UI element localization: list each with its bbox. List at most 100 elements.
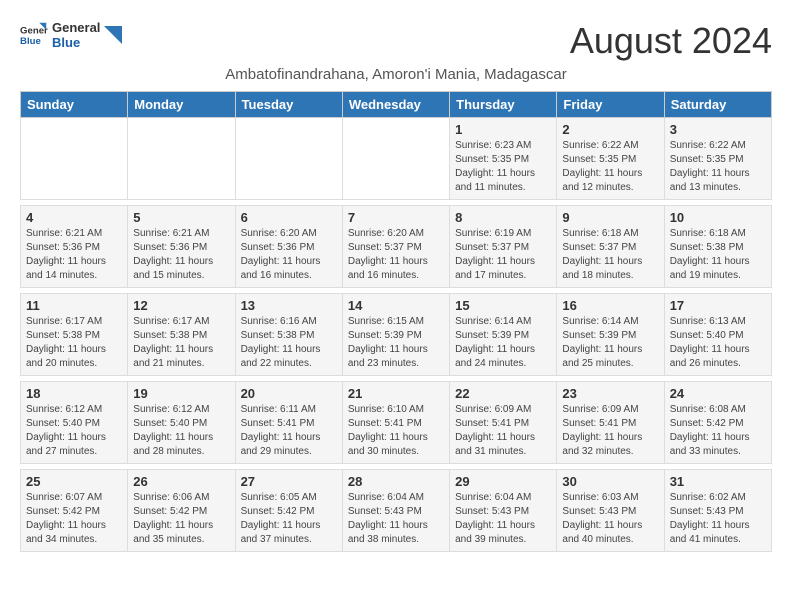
sunrise-label: Sunrise: 6:09 AM <box>562 404 638 415</box>
location-subtitle: Ambatofinandrahana, Amoron'i Mania, Mada… <box>20 66 772 83</box>
sunset-label: Sunset: 5:38 PM <box>670 242 744 253</box>
sunset-label: Sunset: 5:41 PM <box>455 418 529 429</box>
calendar-cell: 30 Sunrise: 6:03 AM Sunset: 5:43 PM Dayl… <box>557 470 664 552</box>
sunrise-label: Sunrise: 6:21 AM <box>26 228 102 239</box>
sunrise-label: Sunrise: 6:18 AM <box>562 228 638 239</box>
header-wednesday: Wednesday <box>342 92 449 118</box>
calendar-cell: 9 Sunrise: 6:18 AM Sunset: 5:37 PM Dayli… <box>557 206 664 288</box>
day-number: 27 <box>241 474 337 489</box>
calendar-cell: 13 Sunrise: 6:16 AM Sunset: 5:38 PM Dayl… <box>235 294 342 376</box>
calendar-cell: 28 Sunrise: 6:04 AM Sunset: 5:43 PM Dayl… <box>342 470 449 552</box>
day-number: 29 <box>455 474 551 489</box>
day-number: 23 <box>562 386 658 401</box>
calendar-cell: 4 Sunrise: 6:21 AM Sunset: 5:36 PM Dayli… <box>21 206 128 288</box>
sunset-label: Sunset: 5:40 PM <box>133 418 207 429</box>
day-info: Sunrise: 6:22 AM Sunset: 5:35 PM Dayligh… <box>562 139 658 195</box>
day-number: 13 <box>241 298 337 313</box>
sunrise-label: Sunrise: 6:17 AM <box>133 316 209 327</box>
logo-general-text: General <box>52 20 100 35</box>
day-info: Sunrise: 6:11 AM Sunset: 5:41 PM Dayligh… <box>241 403 337 459</box>
week-row-3: 18 Sunrise: 6:12 AM Sunset: 5:40 PM Dayl… <box>21 382 772 464</box>
calendar-cell: 19 Sunrise: 6:12 AM Sunset: 5:40 PM Dayl… <box>128 382 235 464</box>
header-saturday: Saturday <box>664 92 771 118</box>
header-friday: Friday <box>557 92 664 118</box>
header-tuesday: Tuesday <box>235 92 342 118</box>
calendar-cell: 22 Sunrise: 6:09 AM Sunset: 5:41 PM Dayl… <box>450 382 557 464</box>
calendar-cell: 31 Sunrise: 6:02 AM Sunset: 5:43 PM Dayl… <box>664 470 771 552</box>
day-number: 11 <box>26 298 122 313</box>
day-info: Sunrise: 6:05 AM Sunset: 5:42 PM Dayligh… <box>241 491 337 547</box>
day-number: 28 <box>348 474 444 489</box>
daylight-label: Daylight: 11 hours and 21 minutes. <box>133 344 213 369</box>
sunrise-label: Sunrise: 6:17 AM <box>26 316 102 327</box>
sunrise-label: Sunrise: 6:12 AM <box>133 404 209 415</box>
sunset-label: Sunset: 5:36 PM <box>241 242 315 253</box>
day-number: 12 <box>133 298 229 313</box>
daylight-label: Daylight: 11 hours and 29 minutes. <box>241 432 321 457</box>
day-info: Sunrise: 6:22 AM Sunset: 5:35 PM Dayligh… <box>670 139 766 195</box>
title-block: August 2024 <box>570 20 772 62</box>
day-info: Sunrise: 6:16 AM Sunset: 5:38 PM Dayligh… <box>241 315 337 371</box>
calendar-cell: 2 Sunrise: 6:22 AM Sunset: 5:35 PM Dayli… <box>557 118 664 200</box>
sunrise-label: Sunrise: 6:22 AM <box>670 140 746 151</box>
sunset-label: Sunset: 5:39 PM <box>348 330 422 341</box>
daylight-label: Daylight: 11 hours and 37 minutes. <box>241 520 321 545</box>
day-info: Sunrise: 6:18 AM Sunset: 5:38 PM Dayligh… <box>670 227 766 283</box>
day-info: Sunrise: 6:07 AM Sunset: 5:42 PM Dayligh… <box>26 491 122 547</box>
sunset-label: Sunset: 5:38 PM <box>133 330 207 341</box>
sunset-label: Sunset: 5:35 PM <box>562 154 636 165</box>
day-info: Sunrise: 6:03 AM Sunset: 5:43 PM Dayligh… <box>562 491 658 547</box>
day-number: 26 <box>133 474 229 489</box>
daylight-label: Daylight: 11 hours and 18 minutes. <box>562 256 642 281</box>
daylight-label: Daylight: 11 hours and 13 minutes. <box>670 168 750 193</box>
daylight-label: Daylight: 11 hours and 20 minutes. <box>26 344 106 369</box>
calendar-cell: 10 Sunrise: 6:18 AM Sunset: 5:38 PM Dayl… <box>664 206 771 288</box>
sunrise-label: Sunrise: 6:04 AM <box>348 492 424 503</box>
day-info: Sunrise: 6:23 AM Sunset: 5:35 PM Dayligh… <box>455 139 551 195</box>
week-row-2: 11 Sunrise: 6:17 AM Sunset: 5:38 PM Dayl… <box>21 294 772 376</box>
calendar-cell: 20 Sunrise: 6:11 AM Sunset: 5:41 PM Dayl… <box>235 382 342 464</box>
calendar-cell: 16 Sunrise: 6:14 AM Sunset: 5:39 PM Dayl… <box>557 294 664 376</box>
day-number: 25 <box>26 474 122 489</box>
day-info: Sunrise: 6:09 AM Sunset: 5:41 PM Dayligh… <box>562 403 658 459</box>
daylight-label: Daylight: 11 hours and 32 minutes. <box>562 432 642 457</box>
day-info: Sunrise: 6:18 AM Sunset: 5:37 PM Dayligh… <box>562 227 658 283</box>
daylight-label: Daylight: 11 hours and 38 minutes. <box>348 520 428 545</box>
daylight-label: Daylight: 11 hours and 25 minutes. <box>562 344 642 369</box>
sunset-label: Sunset: 5:43 PM <box>348 506 422 517</box>
week-row-4: 25 Sunrise: 6:07 AM Sunset: 5:42 PM Dayl… <box>21 470 772 552</box>
calendar-cell: 18 Sunrise: 6:12 AM Sunset: 5:40 PM Dayl… <box>21 382 128 464</box>
sunrise-label: Sunrise: 6:10 AM <box>348 404 424 415</box>
daylight-label: Daylight: 11 hours and 39 minutes. <box>455 520 535 545</box>
sunrise-label: Sunrise: 6:03 AM <box>562 492 638 503</box>
logo-arrow-icon <box>104 26 122 44</box>
sunrise-label: Sunrise: 6:12 AM <box>26 404 102 415</box>
sunrise-label: Sunrise: 6:23 AM <box>455 140 531 151</box>
day-number: 7 <box>348 210 444 225</box>
day-info: Sunrise: 6:17 AM Sunset: 5:38 PM Dayligh… <box>26 315 122 371</box>
day-number: 10 <box>670 210 766 225</box>
day-number: 17 <box>670 298 766 313</box>
daylight-label: Daylight: 11 hours and 17 minutes. <box>455 256 535 281</box>
sunset-label: Sunset: 5:36 PM <box>133 242 207 253</box>
day-info: Sunrise: 6:14 AM Sunset: 5:39 PM Dayligh… <box>562 315 658 371</box>
day-number: 24 <box>670 386 766 401</box>
day-number: 15 <box>455 298 551 313</box>
calendar-cell: 5 Sunrise: 6:21 AM Sunset: 5:36 PM Dayli… <box>128 206 235 288</box>
day-info: Sunrise: 6:14 AM Sunset: 5:39 PM Dayligh… <box>455 315 551 371</box>
calendar-cell <box>235 118 342 200</box>
calendar-cell <box>128 118 235 200</box>
day-number: 19 <box>133 386 229 401</box>
daylight-label: Daylight: 11 hours and 26 minutes. <box>670 344 750 369</box>
sunrise-label: Sunrise: 6:21 AM <box>133 228 209 239</box>
day-info: Sunrise: 6:21 AM Sunset: 5:36 PM Dayligh… <box>26 227 122 283</box>
sunrise-label: Sunrise: 6:20 AM <box>241 228 317 239</box>
sunrise-label: Sunrise: 6:11 AM <box>241 404 316 415</box>
calendar-cell <box>21 118 128 200</box>
day-info: Sunrise: 6:15 AM Sunset: 5:39 PM Dayligh… <box>348 315 444 371</box>
logo: General Blue General Blue <box>20 20 122 50</box>
header-thursday: Thursday <box>450 92 557 118</box>
daylight-label: Daylight: 11 hours and 40 minutes. <box>562 520 642 545</box>
sunset-label: Sunset: 5:40 PM <box>670 330 744 341</box>
sunset-label: Sunset: 5:40 PM <box>26 418 100 429</box>
